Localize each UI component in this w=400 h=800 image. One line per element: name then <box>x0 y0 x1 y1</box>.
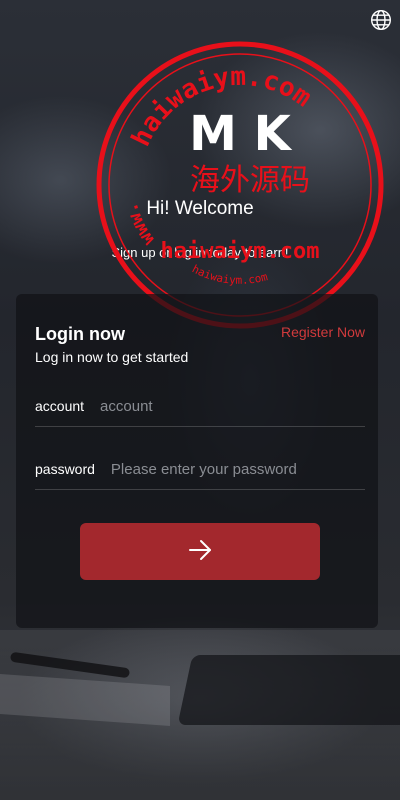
watermark-stamp: haiwaiym.com www. M K 海外源码 haiwaiym.com … <box>95 40 385 330</box>
login-subtitle: Log in now to get started <box>35 349 189 365</box>
login-submit-button[interactable] <box>80 523 320 580</box>
register-now-link[interactable]: Register Now <box>281 324 365 340</box>
password-field: password <box>35 449 365 490</box>
keyboard-shape <box>177 655 400 725</box>
login-card: Login now Log in now to get started Regi… <box>16 294 378 628</box>
password-input[interactable] <box>110 460 365 478</box>
login-title: Login now <box>35 324 125 344</box>
account-input[interactable] <box>100 397 365 415</box>
svg-text:海外源码: 海外源码 <box>190 163 310 198</box>
account-field: account <box>35 386 365 427</box>
svg-text:M K: M K <box>189 106 292 162</box>
svg-text:haiwaiym.com: haiwaiym.com <box>190 262 270 287</box>
svg-text:www.: www. <box>121 200 159 250</box>
account-label: account <box>35 398 85 414</box>
globe-icon[interactable] <box>370 9 392 31</box>
password-label: password <box>35 461 95 477</box>
arrow-right-icon <box>187 537 213 566</box>
svg-text:haiwaiym.com: haiwaiym.com <box>161 239 320 264</box>
